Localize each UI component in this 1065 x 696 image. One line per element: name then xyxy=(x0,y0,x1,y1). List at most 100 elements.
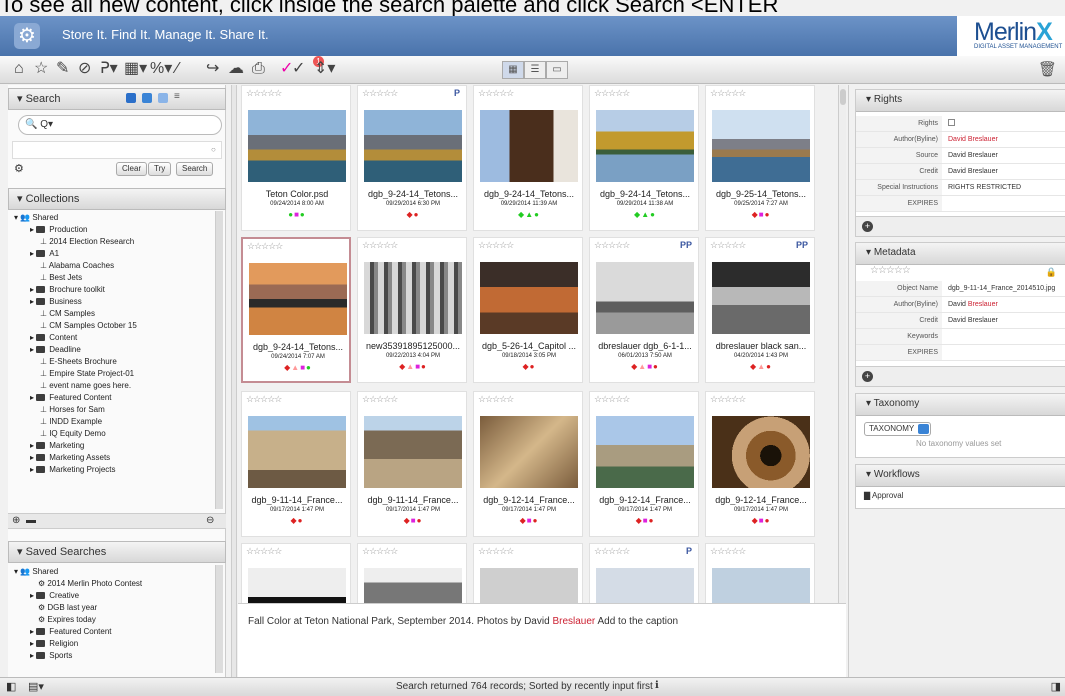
asset-thumbnail[interactable] xyxy=(249,263,347,335)
pencil-icon[interactable]: ✎ xyxy=(56,60,69,78)
saved_searches-item[interactable]: ▸ Religion xyxy=(30,639,78,648)
collections-item[interactable]: ▾ 👥 Shared xyxy=(14,213,58,222)
collections-header[interactable]: ▾ Collections xyxy=(8,188,226,210)
flag-menu-icon[interactable]: ᕈ▾ xyxy=(100,60,118,78)
asset-card[interactable]: ☆☆☆☆☆ dgb_9-24-14_Tetons... 09/29/2014 11:… xyxy=(473,85,583,231)
circle-icon[interactable]: ○ xyxy=(211,145,216,154)
list-filter-icon[interactable]: ≡ xyxy=(174,91,180,102)
asset-card[interactable]: ☆☆☆☆☆ dgb_9-12-14_France... 09/17/2014 1:4… xyxy=(589,391,699,537)
collections-item[interactable]: ▸ Business xyxy=(30,297,82,306)
rating-stars[interactable]: ☆☆☆☆☆ xyxy=(362,88,398,99)
asset-thumbnail[interactable] xyxy=(248,110,346,182)
panel-splitter[interactable] xyxy=(231,85,237,677)
folder-add-icon[interactable]: ▬ xyxy=(26,515,36,526)
search-header[interactable]: ▾ Search xyxy=(8,88,226,110)
asset-card[interactable]: ☆☆☆☆☆ dgb_9-25-14_Tetons... 09/25/2014 7:2… xyxy=(705,85,815,231)
percent-icon[interactable]: %▾ xyxy=(150,60,172,78)
rating-stars[interactable]: ☆☆☆☆☆ xyxy=(710,88,746,99)
add-rights-icon[interactable]: + xyxy=(862,221,873,232)
asset-thumbnail[interactable] xyxy=(596,416,694,488)
asset-card[interactable]: ☆☆☆☆☆ dgb_9-24-14_Tetons... 09/29/2014 11:… xyxy=(589,85,699,231)
info-icon[interactable]: ℹ xyxy=(655,680,659,691)
asset-thumbnail[interactable] xyxy=(596,262,694,334)
home-icon[interactable]: ⌂ xyxy=(14,60,24,78)
tag-icon[interactable]: ⊘ xyxy=(78,60,91,78)
metadata-stars[interactable]: ☆☆☆☆☆ xyxy=(870,265,911,276)
sort-icon[interactable]: ⇕▾ xyxy=(314,60,335,78)
rating-stars[interactable]: ☆☆☆☆☆ xyxy=(710,394,746,405)
rating-stars[interactable]: ☆☆☆☆☆ xyxy=(246,546,282,557)
add-metadata-icon[interactable]: + xyxy=(862,371,873,382)
rating-stars[interactable]: ☆☆☆☆☆ xyxy=(246,394,282,405)
asset-card[interactable]: ☆☆☆☆☆ xyxy=(357,543,467,603)
rating-stars[interactable]: ☆☆☆☆☆ xyxy=(710,546,746,557)
taxonomy-select[interactable]: TAXONOMY xyxy=(864,422,932,436)
collections-item[interactable]: ▸ Featured Content xyxy=(30,393,112,402)
asset-card[interactable]: ☆☆☆☆☆ PP dbreslauer dgb_6-1-1... 06/01/2013… xyxy=(589,237,699,383)
search-button[interactable]: Search xyxy=(176,162,214,176)
rating-stars[interactable]: ☆☆☆☆☆ xyxy=(710,240,746,251)
asset-thumbnail[interactable] xyxy=(480,262,578,334)
settings-gear-icon[interactable]: ⚙ xyxy=(14,162,24,175)
metadata-header[interactable]: ▾ Metadata xyxy=(856,243,1065,265)
image-filter-icon[interactable] xyxy=(126,93,136,103)
field-value[interactable]: Breslauer xyxy=(968,301,998,308)
grid-view-icon[interactable]: ▦ xyxy=(502,61,524,79)
lock-icon[interactable]: 🔒 xyxy=(1046,267,1057,278)
collections-item[interactable]: ⊥ CM Samples October 15 xyxy=(30,321,137,330)
grid-scrollbar[interactable] xyxy=(838,85,846,603)
saved_searches-item[interactable]: ▸ Sports xyxy=(30,651,72,660)
rating-stars[interactable]: ☆☆☆☆☆ xyxy=(478,240,514,251)
collections-item[interactable]: ▸ Brochure toolkit xyxy=(30,285,105,294)
collections-item[interactable]: ⊥ 2014 Election Research xyxy=(30,237,134,246)
taxonomy-header[interactable]: ▾ Taxonomy xyxy=(856,394,1065,416)
field-value[interactable]: David Breslauer xyxy=(948,152,998,159)
collections-scrollbar[interactable] xyxy=(215,211,223,509)
rating-stars[interactable]: ☆☆☆☆☆ xyxy=(478,546,514,557)
collections-item[interactable]: ⊥ Alabama Coaches xyxy=(30,261,114,270)
field-value[interactable]: David Breslauer xyxy=(948,168,998,175)
collections-item[interactable]: ▸ Marketing Projects xyxy=(30,465,116,474)
rating-stars[interactable]: ☆☆☆☆☆ xyxy=(594,394,630,405)
asset-thumbnail[interactable] xyxy=(480,416,578,488)
asset-card[interactable]: ☆☆☆☆☆ Teton Color.psd 09/24/2014 8:00 AM ●■… xyxy=(241,85,351,231)
collections-item[interactable]: ⊥ CM Samples xyxy=(30,309,95,318)
view-menu-icon[interactable]: ▤▾ xyxy=(28,680,44,693)
asset-thumbnail[interactable] xyxy=(248,568,346,603)
rating-stars[interactable]: ☆☆☆☆☆ xyxy=(478,394,514,405)
star-icon[interactable]: ☆ xyxy=(34,60,48,78)
asset-thumbnail[interactable] xyxy=(596,568,694,603)
collections-item[interactable]: ▸ Deadline xyxy=(30,345,81,354)
asset-thumbnail[interactable] xyxy=(364,568,462,603)
cloud-upload-icon[interactable]: ☁ xyxy=(228,60,244,78)
saved-searches-header[interactable]: ▾ Saved Searches xyxy=(8,541,226,563)
asset-card[interactable]: ☆☆☆☆☆ dgb_9-11-14_France... 09/17/2014 1:4… xyxy=(241,391,351,537)
asset-card[interactable]: ☆☆☆☆☆ new35391895125000... 09/22/2013 4:04… xyxy=(357,237,467,383)
asset-thumbnail[interactable] xyxy=(248,416,346,488)
rating-stars[interactable]: ☆☆☆☆☆ xyxy=(247,241,283,252)
rating-stars[interactable]: ☆☆☆☆☆ xyxy=(478,88,514,99)
asset-card[interactable]: ☆☆☆☆☆ xyxy=(241,543,351,603)
asset-card[interactable]: ☆☆☆☆☆ Pdgb_9-24-14_Tetons... 09/29/2014 6:… xyxy=(357,85,467,231)
rights-checkbox[interactable] xyxy=(948,119,955,126)
doc-filter-icon[interactable] xyxy=(158,93,168,103)
saved_searches-item[interactable]: ⚙ DGB last year xyxy=(30,603,97,612)
calendar-icon[interactable]: ▦▾ xyxy=(124,60,147,78)
asset-thumbnail[interactable] xyxy=(712,110,810,182)
saved_searches-item[interactable]: ▸ Featured Content xyxy=(30,627,112,636)
asset-card[interactable]: ☆☆☆☆☆ P xyxy=(589,543,699,603)
grid-scroll-thumb[interactable] xyxy=(840,89,846,105)
trash-icon[interactable]: 🗑 xyxy=(1038,60,1057,78)
asset-thumbnail[interactable] xyxy=(596,110,694,182)
try-button[interactable]: Try xyxy=(148,162,172,176)
saved_searches-item[interactable]: ▸ Creative xyxy=(30,591,79,600)
rating-stars[interactable]: ☆☆☆☆☆ xyxy=(594,240,630,251)
saved_searches-item[interactable]: ⚙ 2014 Merlin Photo Contest xyxy=(30,579,142,588)
rating-stars[interactable]: ☆☆☆☆☆ xyxy=(362,394,398,405)
rating-stars[interactable]: ☆☆☆☆☆ xyxy=(594,546,630,557)
print-icon[interactable]: ⎙ xyxy=(252,60,265,78)
collections-item[interactable]: ⊥ IQ Equity Demo xyxy=(30,429,106,438)
right-panel-toggle-icon[interactable]: ◨ xyxy=(1051,680,1061,693)
asset-card[interactable]: ☆☆☆☆☆ dgb_9-12-14_France... 09/17/2014 1:4… xyxy=(705,391,815,537)
share-icon[interactable]: ↪ xyxy=(206,60,219,78)
